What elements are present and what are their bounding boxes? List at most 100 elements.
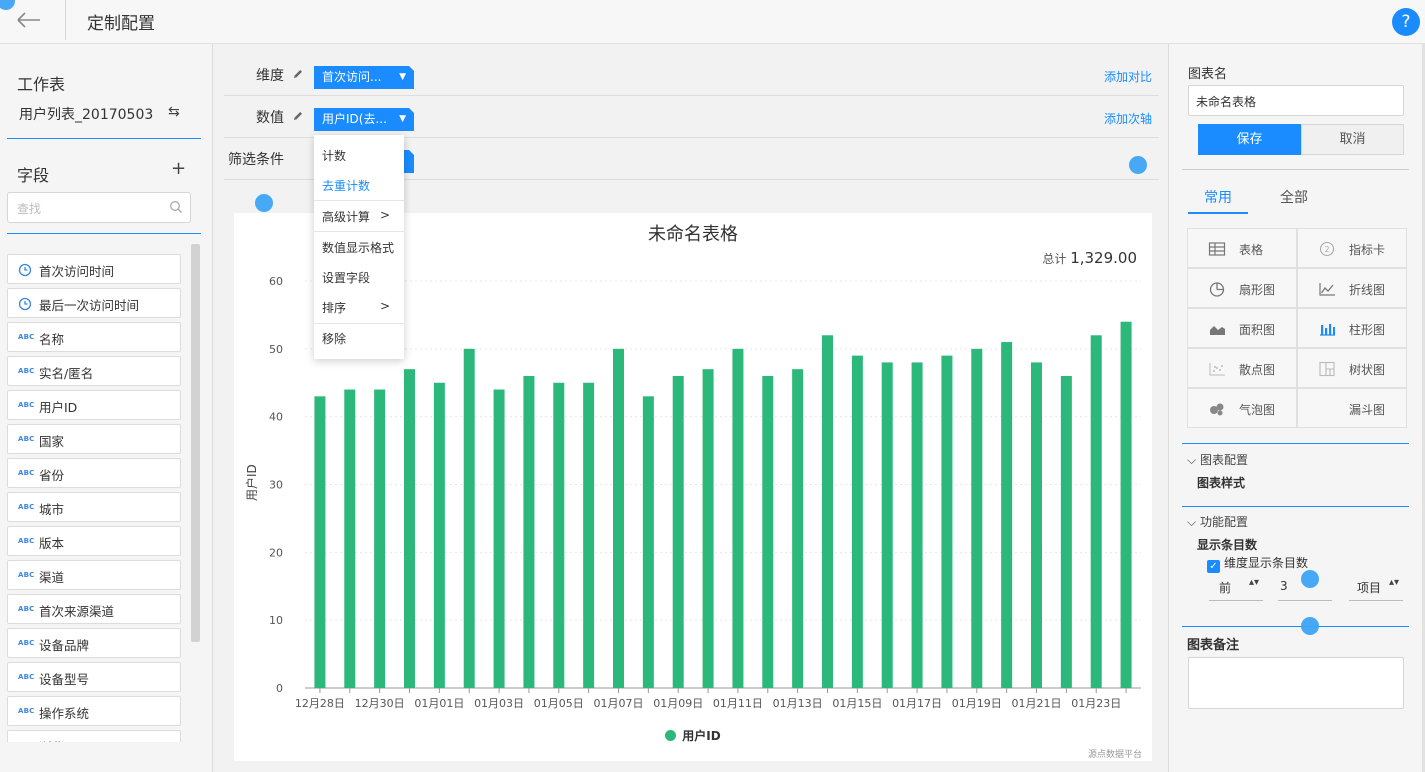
tab-common[interactable]: 常用 bbox=[1188, 187, 1248, 214]
select-arrows-icon: ▴▾ bbox=[1248, 577, 1259, 588]
x-tick-label: 01月01日 bbox=[414, 697, 464, 710]
menu-item[interactable]: 计数 bbox=[322, 147, 346, 164]
text-type-icon: ABC bbox=[18, 435, 35, 443]
field-item[interactable]: ABC 设备型号 bbox=[7, 662, 181, 692]
back-arrow-icon[interactable] bbox=[14, 9, 44, 31]
field-item[interactable]: 最后一次访问时间 bbox=[7, 288, 181, 318]
text-type-icon: ABC bbox=[18, 571, 35, 579]
chart-style-label[interactable]: 图表样式 bbox=[1197, 474, 1245, 491]
bubble-chart-icon bbox=[1208, 401, 1226, 417]
field-list-scrollbar[interactable] bbox=[191, 244, 200, 642]
field-search-input[interactable]: 查找 bbox=[7, 192, 191, 223]
filter-label: 筛选条件 bbox=[228, 152, 284, 168]
chart-type-table[interactable]: 表格 bbox=[1187, 228, 1297, 268]
search-placeholder: 查找 bbox=[17, 202, 42, 216]
field-item[interactable]: ABC 渠道 bbox=[7, 560, 181, 590]
bar-chart-icon bbox=[1318, 321, 1336, 337]
search-icon[interactable] bbox=[169, 200, 183, 218]
line-chart-icon bbox=[1318, 281, 1336, 297]
checkbox-checked-icon: ✓ bbox=[1207, 560, 1220, 573]
count-input-value: 3 bbox=[1280, 579, 1288, 593]
field-label: 版本 bbox=[39, 536, 65, 551]
help-button[interactable]: ? bbox=[1392, 8, 1420, 36]
field-item[interactable]: ABC 城市 bbox=[7, 492, 181, 522]
chart-type-metric-card[interactable]: 2 指标卡 bbox=[1297, 228, 1407, 268]
field-label: 实名/匿名 bbox=[39, 366, 94, 381]
chart-type-treemap[interactable]: 树状图 bbox=[1297, 348, 1407, 388]
cancel-button[interactable]: 取消 bbox=[1301, 124, 1404, 155]
chart-name-input[interactable]: 未命名表格 bbox=[1188, 85, 1404, 116]
field-item[interactable]: 首次访问时间 bbox=[7, 254, 181, 284]
menu-item[interactable]: 高级计算 > bbox=[322, 208, 390, 225]
edit-dimension-icon[interactable] bbox=[292, 68, 304, 84]
scatter-chart-icon bbox=[1208, 361, 1226, 377]
add-compare-link[interactable]: 添加对比 bbox=[1104, 68, 1152, 85]
field-item[interactable]: ABC 设备品牌 bbox=[7, 628, 181, 658]
chart-type-pie-chart[interactable]: 扇形图 bbox=[1187, 268, 1297, 308]
field-label: 设备品牌 bbox=[39, 638, 90, 653]
field-item[interactable]: ABC 版本 bbox=[7, 526, 181, 556]
field-item[interactable]: ABC 操作系统 bbox=[7, 696, 181, 726]
menu-item-label: 去重计数 bbox=[322, 179, 371, 193]
watermark: 源点数据平台 bbox=[1087, 750, 1142, 760]
chart-type-funnel-chart[interactable]: 漏斗图 bbox=[1297, 388, 1407, 428]
text-type-icon: ABC bbox=[18, 333, 35, 341]
switch-worksheet-icon[interactable]: ⇆ bbox=[168, 104, 180, 120]
chart-bar bbox=[314, 396, 326, 688]
menu-item-label: 高级计算 bbox=[322, 210, 371, 224]
field-label: 用户ID bbox=[39, 400, 78, 415]
chart-type-label: 指标卡 bbox=[1349, 243, 1386, 257]
chart-bar bbox=[583, 382, 595, 688]
chart-type-label: 柱形图 bbox=[1349, 323, 1386, 337]
unit-select[interactable]: 项目 ▴▾ bbox=[1349, 573, 1403, 601]
x-tick-label: 01月03日 bbox=[474, 697, 524, 710]
chart-type-area-chart[interactable]: 面积图 bbox=[1187, 308, 1297, 348]
chart-type-label: 树状图 bbox=[1349, 363, 1386, 377]
save-button[interactable]: 保存 bbox=[1198, 124, 1301, 155]
field-item[interactable]: ABC 实名/匿名 bbox=[7, 356, 181, 386]
chart-config-title: 图表配置 bbox=[1199, 453, 1248, 467]
menu-item[interactable]: 排序 > bbox=[322, 299, 390, 316]
chart-bar bbox=[1001, 342, 1013, 688]
chart-bar bbox=[1090, 335, 1102, 688]
field-item[interactable]: ABC 首次来源渠道 bbox=[7, 594, 181, 624]
add-secondary-axis-link[interactable]: 添加次轴 bbox=[1104, 110, 1152, 127]
measure-pill[interactable]: 用户ID(去... ▼ bbox=[314, 108, 414, 131]
x-tick-label: 01月21日 bbox=[1012, 697, 1062, 710]
function-config-section[interactable]: ⌵ 功能配置 bbox=[1187, 513, 1248, 530]
fields-title: 字段 bbox=[17, 166, 50, 185]
worksheet-name[interactable]: 用户列表_20170503 bbox=[19, 104, 153, 124]
field-item[interactable]: ABC 国家 bbox=[7, 424, 181, 454]
chart-type-bar-chart[interactable]: 柱形图 bbox=[1297, 308, 1407, 348]
chart-type-bubble-chart[interactable]: 气泡图 bbox=[1187, 388, 1297, 428]
menu-item[interactable]: 去重计数 bbox=[322, 177, 370, 194]
edit-measure-icon[interactable] bbox=[292, 110, 304, 126]
show-count-label: 显示条目数 bbox=[1197, 538, 1258, 552]
field-item[interactable]: ABC 浏览 bbox=[7, 730, 181, 742]
dimension-pill[interactable]: 首次访问... ▼ bbox=[314, 66, 414, 89]
menu-item[interactable]: 设置字段 bbox=[322, 269, 370, 286]
menu-item[interactable]: 移除 bbox=[322, 330, 346, 347]
chart-config-section[interactable]: ⌵ 图表配置 bbox=[1187, 451, 1248, 468]
field-item[interactable]: ABC 名称 bbox=[7, 322, 181, 352]
chart-legend[interactable]: 用户ID bbox=[234, 727, 1152, 744]
order-select[interactable]: 前 ▴▾ bbox=[1209, 573, 1263, 601]
chart-note-textarea[interactable] bbox=[1188, 657, 1404, 709]
chart-type-scatter-chart[interactable]: 散点图 bbox=[1187, 348, 1297, 388]
menu-item[interactable]: 数值显示格式 bbox=[322, 239, 394, 256]
dim-show-count-checkbox[interactable]: ✓ 维度显示条目数 bbox=[1207, 554, 1308, 573]
field-item[interactable]: ABC 省份 bbox=[7, 458, 181, 488]
chart-type-label: 漏斗图 bbox=[1349, 403, 1386, 417]
chart-type-label: 散点图 bbox=[1239, 363, 1276, 377]
field-label: 名称 bbox=[39, 332, 65, 347]
field-item[interactable]: ABC 用户ID bbox=[7, 390, 181, 420]
tab-all[interactable]: 全部 bbox=[1264, 187, 1324, 214]
pie-chart-icon bbox=[1208, 281, 1226, 297]
chart-bar bbox=[1060, 375, 1072, 688]
chart-type-line-chart[interactable]: 折线图 bbox=[1297, 268, 1407, 308]
x-tick-label: 01月19日 bbox=[952, 697, 1002, 710]
add-field-icon[interactable]: + bbox=[171, 158, 186, 179]
cursor-indicator-dot bbox=[255, 194, 273, 212]
chart-bar bbox=[463, 348, 475, 688]
order-select-value: 前 bbox=[1219, 581, 1232, 595]
